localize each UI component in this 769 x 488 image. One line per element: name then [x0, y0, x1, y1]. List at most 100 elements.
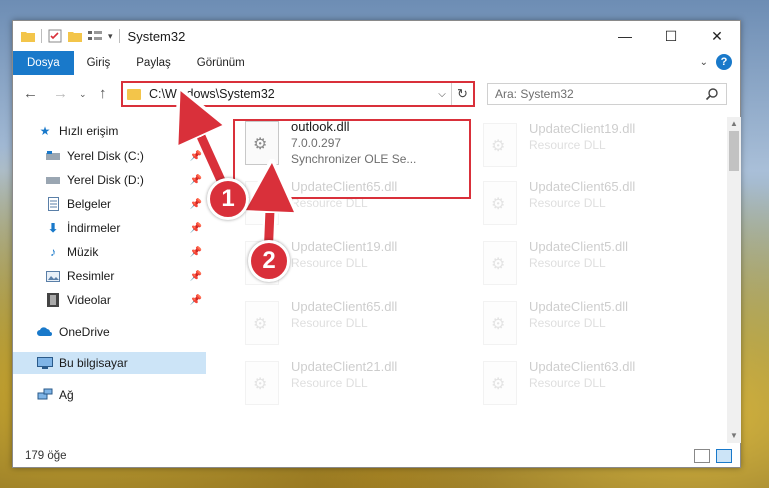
- details-view-icon[interactable]: [694, 449, 710, 463]
- gear-icon: ⚙: [491, 138, 506, 155]
- file-name: UpdateClient19.dll: [291, 239, 398, 254]
- explorer-window: ▾ System32 — ☐ ✕ Dosya Giriş Paylaş Görü…: [12, 20, 741, 468]
- minimize-button[interactable]: —: [602, 21, 648, 51]
- maximize-button[interactable]: ☐: [648, 21, 694, 51]
- nav-label: Müzik: [67, 245, 99, 259]
- nav-pictures[interactable]: Resimler 📌: [13, 265, 206, 287]
- gear-icon: ⚙: [253, 376, 268, 393]
- dll-file-icon: ⚙: [245, 301, 279, 345]
- large-icons-view-icon[interactable]: [716, 449, 732, 463]
- cloud-icon: [37, 324, 53, 340]
- tab-view[interactable]: Görünüm: [184, 51, 258, 75]
- forward-icon[interactable]: →: [53, 85, 68, 102]
- nav-onedrive[interactable]: OneDrive: [13, 321, 206, 343]
- tab-home[interactable]: Giriş: [74, 51, 124, 75]
- chevron-down-icon[interactable]: ⌵: [433, 89, 451, 100]
- file-tile[interactable]: ⚙ UpdateClient21.dll Resource DLL: [233, 357, 453, 415]
- nav-videos[interactable]: Videolar 📌: [13, 289, 206, 311]
- file-list: ⚙ outlook.dll 7.0.0.297 Synchronizer OLE…: [219, 113, 727, 443]
- quick-access-toolbar: ▾: [13, 29, 120, 43]
- customize-toolbar-icon[interactable]: ▾: [108, 31, 113, 42]
- step-badge-2: 2: [248, 240, 290, 282]
- gear-icon: ⚙: [491, 316, 506, 333]
- back-icon[interactable]: ←: [23, 85, 38, 102]
- nav-this-pc[interactable]: Bu bilgisayar: [13, 352, 206, 374]
- status-bar: 179 öğe: [13, 445, 740, 467]
- recent-locations-icon[interactable]: ⌄: [79, 89, 87, 100]
- file-name: UpdateClient63.dll: [529, 359, 636, 374]
- nav-label: Yerel Disk (D:): [67, 173, 144, 187]
- file-tile-outlook[interactable]: ⚙ outlook.dll 7.0.0.297 Synchronizer OLE…: [233, 117, 453, 175]
- scroll-down-icon[interactable]: ▼: [727, 429, 741, 443]
- file-tile[interactable]: ⚙ UpdateClient63.dll Resource DLL: [471, 357, 691, 415]
- file-description: Resource DLL: [291, 376, 368, 390]
- file-description: Resource DLL: [291, 196, 368, 210]
- refresh-icon[interactable]: ↻: [451, 83, 473, 105]
- pin-icon[interactable]: 📌: [190, 151, 202, 162]
- step-badge-1: 1: [207, 178, 249, 220]
- computer-icon: [37, 355, 53, 371]
- file-tile[interactable]: ⚙ UpdateClient5.dll Resource DLL: [471, 297, 691, 355]
- pictures-icon: [45, 268, 61, 284]
- search-input[interactable]: Ara: System32: [487, 83, 727, 105]
- pin-icon[interactable]: 📌: [190, 175, 202, 186]
- star-icon: ★: [39, 124, 51, 138]
- file-tile[interactable]: ⚙ UpdateClient65.dll Resource DLL: [233, 297, 453, 355]
- nav-local-disk-c[interactable]: Yerel Disk (C:) 📌: [13, 145, 206, 167]
- file-name: UpdateClient21.dll: [291, 359, 398, 374]
- dll-file-icon: ⚙: [245, 181, 279, 225]
- address-path[interactable]: C:\Windows\System32: [149, 87, 433, 101]
- dll-file-icon: ⚙: [483, 123, 517, 167]
- file-name: UpdateClient19.dll: [529, 121, 636, 136]
- address-bar[interactable]: C:\Windows\System32 ⌵ ↻: [121, 81, 475, 107]
- up-icon[interactable]: ↑: [99, 85, 107, 102]
- search-icon[interactable]: [705, 87, 719, 101]
- file-name: UpdateClient65.dll: [291, 299, 398, 314]
- help-icon[interactable]: ?: [716, 54, 732, 70]
- properties-icon[interactable]: [48, 29, 62, 43]
- pin-icon[interactable]: 📌: [190, 271, 202, 282]
- nav-label: Bu bilgisayar: [59, 356, 128, 370]
- gear-icon: ⚙: [253, 136, 268, 153]
- nav-label: Ağ: [59, 388, 74, 402]
- file-tile[interactable]: ⚙ UpdateClient65.dll Resource DLL: [471, 177, 691, 235]
- tab-file[interactable]: Dosya: [13, 51, 74, 75]
- dll-file-icon: ⚙: [483, 361, 517, 405]
- view-switcher: [694, 449, 732, 463]
- pin-icon[interactable]: 📌: [190, 199, 202, 210]
- tab-share[interactable]: Paylaş: [123, 51, 184, 75]
- pin-icon[interactable]: 📌: [190, 223, 202, 234]
- nav-label: Videolar: [67, 293, 111, 307]
- scroll-up-icon[interactable]: ▲: [727, 117, 741, 131]
- nav-network[interactable]: Ağ: [13, 384, 206, 406]
- ribbon-right-controls: ⌄ ?: [700, 54, 732, 70]
- new-folder-icon[interactable]: [68, 30, 82, 42]
- navigation-pane: ★ Hızlı erişim Yerel Disk (C:) 📌 Yerel D…: [13, 117, 206, 437]
- file-name: UpdateClient5.dll: [529, 299, 629, 314]
- nav-label: Yerel Disk (C:): [67, 149, 144, 163]
- nav-local-disk-d[interactable]: Yerel Disk (D:) 📌: [13, 169, 206, 191]
- file-name: UpdateClient65.dll: [291, 179, 398, 194]
- nav-documents[interactable]: Belgeler 📌: [13, 193, 206, 215]
- toolbar-divider: [41, 29, 42, 43]
- expand-ribbon-icon[interactable]: ⌄: [700, 57, 708, 68]
- nav-downloads[interactable]: ⬇ İndirmeler 📌: [13, 217, 206, 239]
- gear-icon: ⚙: [491, 256, 506, 273]
- search-placeholder: Ara: System32: [495, 87, 574, 101]
- nav-quick-access[interactable]: ★ Hızlı erişim: [13, 120, 206, 142]
- view-options-icon[interactable]: [88, 30, 102, 42]
- dll-file-icon: ⚙: [245, 361, 279, 405]
- file-tile[interactable]: ⚙ UpdateClient65.dll Resource DLL: [233, 177, 453, 235]
- scroll-thumb[interactable]: [729, 131, 739, 171]
- pin-icon[interactable]: 📌: [190, 247, 202, 258]
- toolbar-divider: [118, 29, 120, 43]
- pin-icon[interactable]: 📌: [190, 295, 202, 306]
- nav-music[interactable]: ♪ Müzik 📌: [13, 241, 206, 263]
- nav-label: Resimler: [67, 269, 115, 283]
- file-description: Resource DLL: [529, 256, 606, 270]
- close-button[interactable]: ✕: [694, 21, 740, 51]
- file-tile[interactable]: ⚙ UpdateClient19.dll Resource DLL: [471, 119, 691, 177]
- file-tile[interactable]: ⚙ UpdateClient5.dll Resource DLL: [471, 237, 691, 295]
- dll-file-icon: ⚙: [483, 301, 517, 345]
- vertical-scrollbar[interactable]: ▲ ▼: [727, 117, 741, 443]
